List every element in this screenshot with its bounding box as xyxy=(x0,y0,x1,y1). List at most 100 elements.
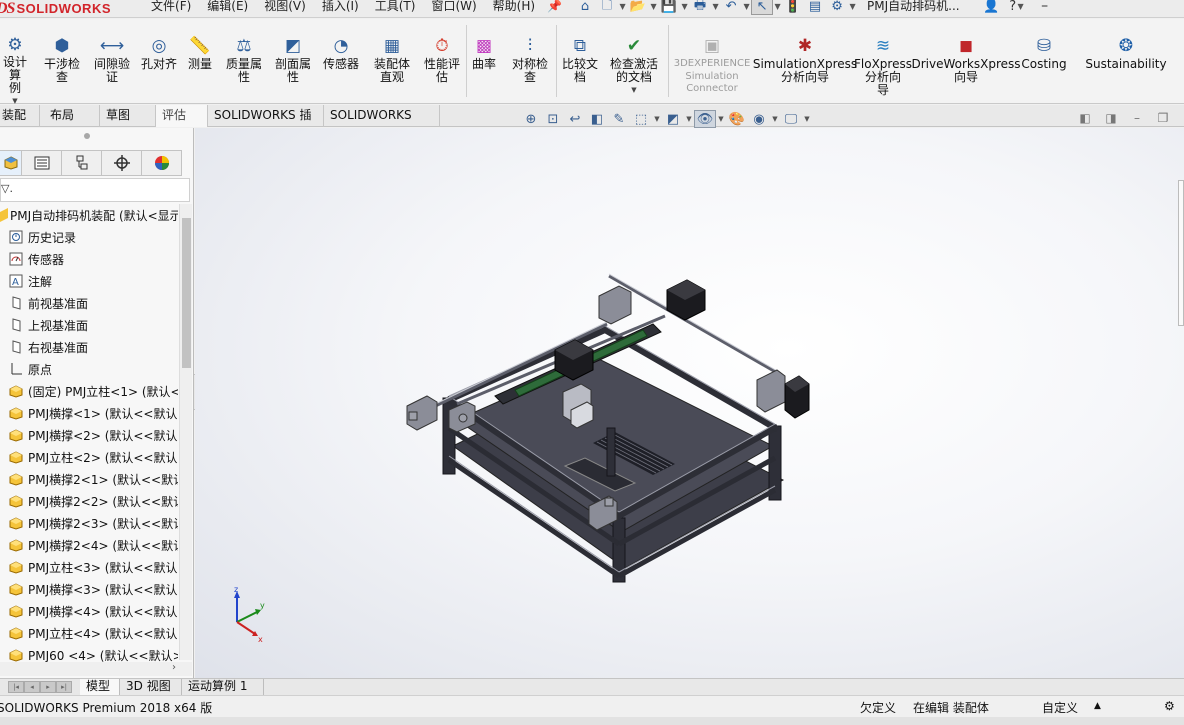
scrollbar-thumb[interactable] xyxy=(182,218,191,368)
section-view-icon[interactable]: ◧ xyxy=(586,110,608,128)
tree-item[interactable]: (固定) PMJ立柱<1> (默认< xyxy=(0,380,178,402)
edit-appearance-icon[interactable]: 🎨 xyxy=(726,110,748,128)
tab-1[interactable]: 布局 xyxy=(44,105,100,127)
ribbon-tool-costing[interactable]: ⛁ Costing xyxy=(1018,19,1070,104)
status-units[interactable]: 自定义 xyxy=(1042,699,1078,716)
previous-view-icon[interactable]: ↩ xyxy=(564,110,586,128)
menu-item-5[interactable]: 窗口(W) xyxy=(423,0,484,13)
pin-menu-icon[interactable]: 📌 xyxy=(547,0,562,13)
doc-restore-icon[interactable]: ❐ xyxy=(1150,111,1176,125)
ribbon-tool-measure[interactable]: 📏 测量 xyxy=(182,19,218,104)
configuration-manager-tab[interactable] xyxy=(62,150,102,176)
tree-item[interactable]: PMJ横撑2<4> (默认<<默认 xyxy=(0,534,178,556)
ribbon-tool-interference[interactable]: ⬢ 干涉检 查 xyxy=(38,19,86,104)
ribbon-tool-curvature[interactable]: ▩ 曲率 xyxy=(466,19,502,104)
options-gear-icon[interactable]: ⚙ xyxy=(826,0,848,15)
help-dropdown-icon[interactable]: ▼ xyxy=(1016,0,1025,15)
tree-horizontal-scrollbar[interactable]: › xyxy=(0,662,192,676)
open-icon[interactable]: 📂 xyxy=(627,0,649,15)
tab-2[interactable]: 草图 xyxy=(100,105,156,127)
pane-left-icon[interactable]: ◧ xyxy=(1072,111,1098,125)
ribbon-tool-check-active[interactable]: ✔ 检查激活 的文档 ▼ xyxy=(604,19,664,104)
menu-item-0[interactable]: 文件(F) xyxy=(143,0,199,13)
pane-right-icon[interactable]: ◨ xyxy=(1098,111,1124,125)
pane-grip-handle[interactable] xyxy=(84,133,90,139)
scroll-right-icon[interactable]: › xyxy=(172,662,176,673)
status-options-icon[interactable]: ⚙ xyxy=(1164,699,1175,713)
tab-3[interactable]: 评估 xyxy=(156,105,208,127)
rebuild-traffic-light-icon[interactable]: 🚦 xyxy=(782,0,804,15)
tree-item[interactable]: 前视基准面 xyxy=(0,292,178,314)
view-settings-icon[interactable]: 🖵 xyxy=(780,110,802,128)
graphics-area[interactable]: z y x xyxy=(195,128,1184,678)
ribbon-tool-symmetry[interactable]: ⫶ 对称检 查 xyxy=(506,19,554,104)
home-icon[interactable]: ⌂ xyxy=(574,0,596,15)
ribbon-tool-sustainability[interactable]: ❂ Sustainability xyxy=(1084,19,1168,104)
ribbon-tool-design-study[interactable]: ⚙ 设计算 例 ▼ xyxy=(0,19,30,105)
menu-item-6[interactable]: 帮助(H) xyxy=(485,0,543,13)
tree-item[interactable]: PMJ横撑<4> (默认<<默认 xyxy=(0,600,178,622)
tree-item[interactable]: 上视基准面 xyxy=(0,314,178,336)
tree-item[interactable]: PMJ立柱<4> (默认<<默认 xyxy=(0,622,178,644)
tree-item[interactable]: A 注解 xyxy=(0,270,178,292)
new-dropdown-icon[interactable]: ▼ xyxy=(618,0,627,15)
property-manager-tab[interactable] xyxy=(22,150,62,176)
ribbon-tool-mass-properties[interactable]: ⚖ 质量属 性 xyxy=(220,19,268,104)
menu-item-4[interactable]: 工具(T) xyxy=(367,0,424,13)
view-orientation-dropdown-icon[interactable]: ▼ xyxy=(652,110,662,128)
ribbon-tool-simulationxpress[interactable]: ✱ SimulationXpress 分析向导 xyxy=(753,19,857,104)
menu-item-2[interactable]: 视图(V) xyxy=(256,0,314,13)
display-style-dropdown-icon[interactable]: ▼ xyxy=(684,110,694,128)
dynamic-annotation-icon[interactable]: ✎ xyxy=(608,110,630,128)
tree-item[interactable]: 原点 xyxy=(0,358,178,380)
user-icon[interactable]: 👤 xyxy=(983,0,999,14)
bottom-tab-1[interactable]: 3D 视图 xyxy=(120,679,182,696)
ribbon-tool-performance[interactable]: ⏱ 性能评 估 xyxy=(418,19,466,104)
hide-show-items-icon[interactable]: 👁 xyxy=(694,110,716,128)
display-style-icon[interactable]: ◩ xyxy=(662,110,684,128)
tab-0[interactable]: 装配体 xyxy=(0,105,40,143)
tree-item[interactable]: PMJ横撑<1> (默认<<默认 xyxy=(0,402,178,424)
ribbon-tool-section-properties[interactable]: ◩ 剖面属 性 xyxy=(270,19,316,104)
tree-item[interactable]: PMJ横撑<2> (默认<<默认 xyxy=(0,424,178,446)
tree-item[interactable]: PMJ横撑2<1> (默认<<默认 xyxy=(0,468,178,490)
view-orientation-icon[interactable]: ⬚ xyxy=(630,110,652,128)
select-cursor-icon[interactable]: ↖ xyxy=(751,0,774,15)
options-dropdown-icon[interactable]: ▼ xyxy=(848,0,857,15)
ribbon-tool-sensor[interactable]: ◔ 传感器 xyxy=(318,19,364,104)
view-settings-dropdown-icon[interactable]: ▼ xyxy=(802,110,812,128)
tab-4[interactable]: SOLIDWORKS 插件 xyxy=(208,105,324,143)
tree-item[interactable]: 右视基准面 xyxy=(0,336,178,358)
minimize-icon[interactable]: – xyxy=(1041,0,1048,14)
zoom-to-area-icon[interactable]: ⊡ xyxy=(542,110,564,128)
tab-5[interactable]: SOLIDWORKS MBD xyxy=(324,105,440,143)
tree-item[interactable]: 历史记录 xyxy=(0,226,178,248)
new-document-icon[interactable]: 🗋 xyxy=(596,0,618,15)
save-icon[interactable]: 💾 xyxy=(658,0,680,15)
assembly-model[interactable] xyxy=(195,128,1184,678)
prev-tab-icon[interactable]: ◂ xyxy=(24,681,40,693)
tree-root-assembly[interactable]: PMJ自动排码机装配 (默认<显示 xyxy=(0,204,178,226)
last-tab-icon[interactable]: ▸| xyxy=(56,681,72,693)
hide-show-dropdown-icon[interactable]: ▼ xyxy=(716,110,726,128)
open-dropdown-icon[interactable]: ▼ xyxy=(649,0,658,15)
print-dropdown-icon[interactable]: ▼ xyxy=(711,0,720,15)
ribbon-tool-clearance[interactable]: ⟷ 间隙验 证 xyxy=(88,19,136,104)
tree-vertical-scrollbar[interactable] xyxy=(179,204,192,660)
ribbon-tool-floxpress[interactable]: ≋ FloXpress 分析向 导 xyxy=(854,19,912,104)
undo-dropdown-icon[interactable]: ▼ xyxy=(742,0,751,15)
tree-item[interactable]: 传感器 xyxy=(0,248,178,270)
scene-dropdown-icon[interactable]: ▼ xyxy=(770,110,780,128)
ribbon-tool-compare[interactable]: ⧉ 比较文 档 xyxy=(556,19,604,104)
chevron-down-icon[interactable]: ▼ xyxy=(631,86,636,94)
tree-item[interactable]: PMJ横撑<3> (默认<<默认 xyxy=(0,578,178,600)
ribbon-tool-driveworks[interactable]: ◼ DriveWorksXpress 向导 xyxy=(911,19,1020,104)
tree-item[interactable]: PMJ立柱<3> (默认<<默认 xyxy=(0,556,178,578)
chevron-down-icon[interactable]: ▼ xyxy=(12,97,17,105)
next-tab-icon[interactable]: ▸ xyxy=(40,681,56,693)
menu-item-3[interactable]: 插入(I) xyxy=(314,0,367,13)
file-properties-icon[interactable]: ▤ xyxy=(804,0,826,15)
zoom-to-fit-icon[interactable]: ⊕ xyxy=(520,110,542,128)
help-icon[interactable]: ? xyxy=(1009,0,1016,14)
task-pane-tab-strip[interactable] xyxy=(1178,180,1184,326)
